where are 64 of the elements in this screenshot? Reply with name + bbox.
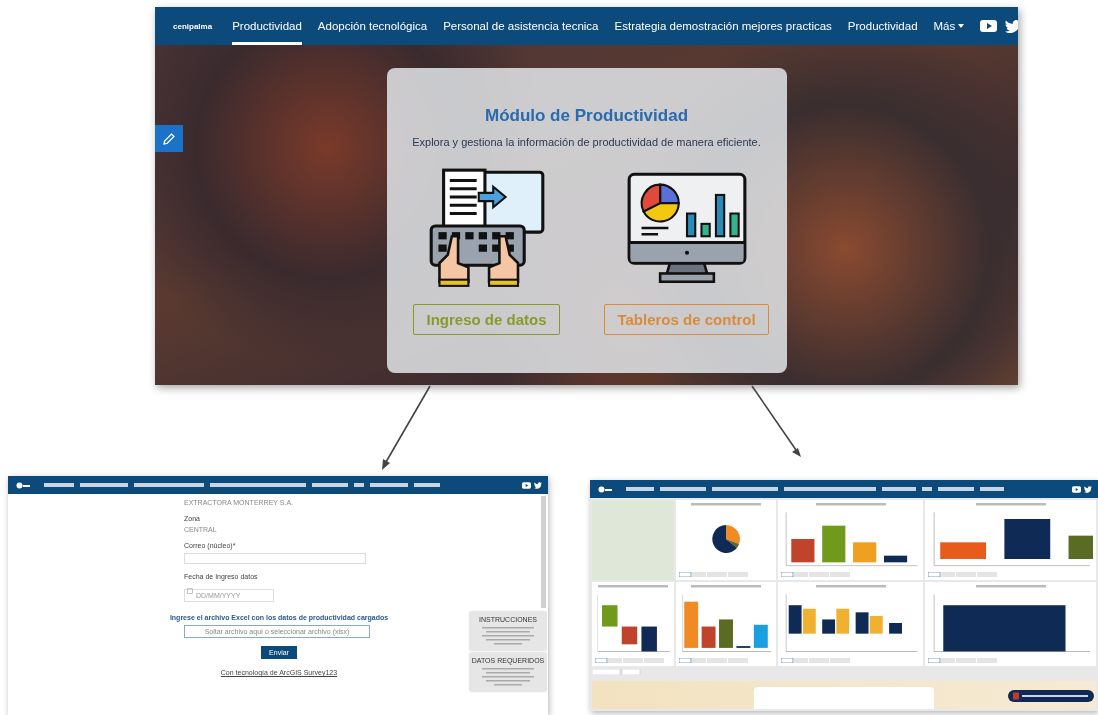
tab-strip-drawing <box>781 658 851 663</box>
chart-bar <box>753 624 768 648</box>
play-button-icon[interactable] <box>980 20 998 32</box>
pencil-icon <box>163 132 175 145</box>
chart-bar <box>788 605 802 634</box>
blurred-text-drawing <box>975 503 1046 506</box>
chart-bar <box>684 601 699 648</box>
chart-bar <box>1004 519 1051 559</box>
calendar-icon <box>187 587 193 594</box>
chart-bar <box>641 626 657 652</box>
chart-bar <box>940 542 987 559</box>
blurred-text-drawing <box>975 585 1046 588</box>
caret-icon <box>958 24 965 28</box>
nav-dropdown[interactable]: Más <box>933 7 965 45</box>
tab-strip-drawing <box>928 572 998 577</box>
chart-bar <box>853 542 877 563</box>
arrow <box>751 385 801 457</box>
logo-icon <box>598 485 612 493</box>
badge-drawing[interactable] <box>1008 690 1094 702</box>
chart-bar <box>869 615 883 634</box>
nav-link[interactable]: Personal de asistencia tecnica <box>443 7 599 45</box>
chart-bar <box>883 555 908 563</box>
chart-bar <box>685 212 696 238</box>
blurred-text-drawing <box>480 626 536 646</box>
chart-bar <box>791 539 815 563</box>
blurred-text-drawing <box>598 585 668 588</box>
bird-icon[interactable] <box>1005 19 1018 33</box>
chart-bar <box>822 525 846 563</box>
tab-strip-drawing <box>781 572 851 577</box>
chart-bar <box>701 626 716 648</box>
nav-link[interactable]: Adopción tecnológica <box>317 7 428 45</box>
play-button-icon[interactable] <box>522 481 531 489</box>
blurred-text-drawing <box>815 503 886 506</box>
chart-bar <box>621 626 638 645</box>
tab-strip-drawing <box>679 658 749 663</box>
card-title: Módulo de Productividad <box>484 106 689 126</box>
card-subtitle: Explora y gestiona la información de productividad de manera eficiente. <box>412 136 761 148</box>
chart-bar <box>719 619 733 648</box>
input-field[interactable] <box>184 553 366 564</box>
nav-link[interactable]: Estrategia demostración mejores practicas <box>614 7 832 45</box>
bird-icon[interactable] <box>1084 485 1092 493</box>
logo[interactable]: cenipalma <box>173 21 213 31</box>
scrollbar[interactable] <box>541 496 546 608</box>
chart-bar <box>855 612 869 634</box>
chart-bar <box>728 212 740 238</box>
blurred-text-drawing <box>815 585 886 588</box>
logo-icon <box>16 481 30 489</box>
tab-strip-drawing <box>595 658 665 663</box>
chart-bar <box>889 623 902 634</box>
nav-link[interactable]: Productividad <box>847 7 918 45</box>
chart-bar <box>1068 535 1093 559</box>
tab-strip-drawing <box>592 669 642 675</box>
chart-bar <box>802 608 816 634</box>
bird-icon[interactable] <box>534 481 542 489</box>
chart-bar <box>714 193 725 238</box>
chart-bar <box>602 605 618 627</box>
blurred-text-drawing <box>691 585 761 588</box>
blurred-text-drawing <box>691 503 761 506</box>
tab-strip-drawing <box>679 572 749 577</box>
play-button-icon[interactable] <box>1072 485 1081 493</box>
blurred-text-drawing <box>480 667 536 687</box>
tab-strip-drawing <box>928 658 998 663</box>
chart-bar <box>699 222 711 238</box>
edit-button[interactable] <box>155 125 183 152</box>
